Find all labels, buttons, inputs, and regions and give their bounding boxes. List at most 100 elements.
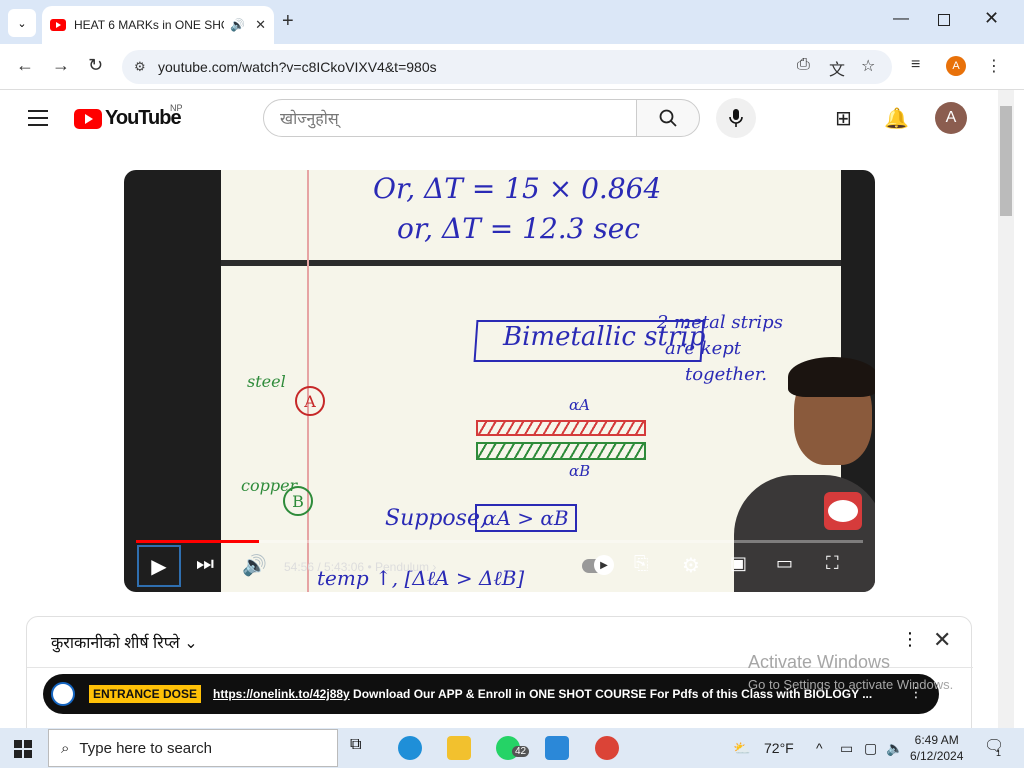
- progress-played: [136, 540, 259, 543]
- speaker-icon[interactable]: 🔊: [230, 18, 245, 32]
- chevron-right-icon: ›: [432, 560, 437, 574]
- activate-subtitle: Go to Settings to activate Windows.: [748, 677, 954, 692]
- create-video-icon[interactable]: ⊞: [835, 106, 852, 131]
- alpha-b-label: αB: [569, 462, 591, 480]
- play-icon: ▶: [151, 555, 167, 578]
- vscode-icon[interactable]: [545, 736, 569, 760]
- note-line-1: 2 metal strips: [657, 312, 783, 333]
- activate-title: Activate Windows: [748, 652, 891, 672]
- circle-a: A: [295, 386, 325, 416]
- channel-watermark-logo[interactable]: [824, 492, 862, 530]
- video-player[interactable]: Or, ΔT = 15 × 0.864 or, ΔT = 12.3 sec Bi…: [124, 170, 875, 592]
- pinned-badge: ENTRANCE DOSE: [89, 685, 202, 703]
- taskbar-search-placeholder: Type here to search: [79, 739, 212, 757]
- network-icon[interactable]: ▭: [840, 740, 853, 757]
- browser-tab[interactable]: HEAT 6 MARKs in ONE SHO 🔊 ✕: [42, 6, 274, 44]
- taskbar-search[interactable]: ⌕ Type here to search: [48, 729, 338, 767]
- search-icon: [659, 109, 677, 127]
- time-display: 54:56 / 5:43:06 • Pendulum ›: [284, 560, 436, 574]
- notifications-icon[interactable]: 🗨: [984, 736, 1004, 756]
- fullscreen-icon[interactable]: ⛶: [826, 553, 839, 574]
- reload-button[interactable]: ↻: [88, 55, 103, 76]
- clock-time: 6:49 AM: [914, 733, 959, 747]
- whatsapp-badge: 42: [512, 746, 530, 757]
- chat-title-text: कुराकानीको शीर्ष रिप्ले: [51, 635, 180, 652]
- steel-label: steel: [247, 372, 286, 391]
- browser-toolbar: ← → ↻ ⚙ youtube.com/watch?v=c8ICkoVIXV4&…: [0, 44, 1024, 90]
- progress-bar[interactable]: [136, 540, 863, 543]
- file-explorer-icon[interactable]: [447, 736, 471, 760]
- search-input[interactable]: खोज्नुहोस्: [263, 99, 637, 137]
- chat-close-icon[interactable]: ✕: [933, 627, 951, 653]
- close-tab-icon[interactable]: ✕: [255, 17, 266, 33]
- youtube-favicon-icon: [50, 19, 66, 31]
- windows-start-icon[interactable]: [14, 740, 32, 758]
- new-tab-button[interactable]: +: [282, 10, 294, 33]
- chat-title[interactable]: कुराकानीको शीर्ष रिप्ले ⌄: [51, 631, 198, 653]
- translate-icon[interactable]: 文: [829, 56, 845, 80]
- theater-mode-icon[interactable]: ▭: [776, 553, 793, 574]
- site-info-icon[interactable]: ⚙: [134, 59, 146, 75]
- chapter-dot: •: [367, 560, 375, 574]
- settings-gear-icon[interactable]: ⚙: [682, 553, 700, 578]
- media-control-icon[interactable]: ≡: [911, 56, 920, 74]
- forward-button[interactable]: →: [52, 55, 70, 76]
- back-button[interactable]: ←: [16, 55, 34, 76]
- task-view-icon[interactable]: ⧉: [350, 736, 374, 760]
- notifications-bell-icon[interactable]: 🔔: [884, 106, 909, 131]
- voice-search-button[interactable]: [716, 98, 756, 138]
- weather-temp[interactable]: 72°F: [764, 740, 794, 756]
- youtube-page: YouTube NP खोज्नुहोस् ⊞ 🔔 A Or, ΔT = 15 …: [0, 90, 1014, 728]
- taskbar-clock[interactable]: 6:49 AM 6/12/2024: [910, 732, 963, 764]
- more-menu-icon[interactable]: ⋮: [986, 56, 1002, 76]
- autoplay-toggle[interactable]: [582, 555, 614, 575]
- scrollbar-thumb[interactable]: [1000, 106, 1012, 216]
- display-icon[interactable]: ▢: [864, 740, 877, 757]
- chapter-title[interactable]: Pendulum: [375, 560, 429, 574]
- bookmark-star-icon[interactable]: ☆: [861, 56, 875, 76]
- pinned-link[interactable]: https://onelink.to/42j88y: [213, 687, 350, 701]
- search-icon: ⌕: [61, 739, 70, 757]
- profile-avatar[interactable]: A: [946, 56, 966, 76]
- play-button[interactable]: ▶: [137, 545, 181, 587]
- user-avatar[interactable]: A: [935, 102, 967, 134]
- volume-tray-icon[interactable]: 🔈: [886, 740, 903, 757]
- install-app-icon[interactable]: ⎙: [797, 56, 810, 74]
- volume-icon[interactable]: 🔊: [242, 553, 267, 578]
- suppose-label: Suppose,: [385, 506, 487, 531]
- page-scrollbar[interactable]: [998, 90, 1014, 728]
- time-current: 54:56: [284, 560, 315, 574]
- suppose-box: αA > αB: [475, 504, 577, 532]
- youtube-logo[interactable]: YouTube NP: [74, 103, 183, 130]
- chrome-icon[interactable]: [595, 736, 619, 760]
- youtube-play-icon: [74, 108, 102, 129]
- board-line-2: or, ΔT = 12.3 sec: [397, 212, 640, 245]
- tab-strip: ⌄ HEAT 6 MARKs in ONE SHO 🔊 ✕ + — ✕: [0, 0, 1024, 44]
- country-code: NP: [170, 103, 183, 113]
- menu-icon[interactable]: [28, 110, 48, 131]
- tray-expand-icon[interactable]: ^: [816, 740, 823, 756]
- minimize-button[interactable]: —: [893, 10, 909, 28]
- miniplayer-icon[interactable]: ▣: [730, 553, 747, 574]
- search-button[interactable]: [636, 99, 700, 137]
- next-video-icon[interactable]: ⏭: [196, 553, 214, 576]
- board-margin-line: [307, 170, 309, 592]
- windows-activation-watermark: Activate Windows Go to Settings to activ…: [748, 652, 953, 692]
- board-line-1: Or, ΔT = 15 × 0.864: [373, 172, 662, 205]
- tab-title: HEAT 6 MARKs in ONE SHO: [74, 18, 225, 32]
- board-divider: [221, 260, 841, 266]
- close-window-button[interactable]: ✕: [984, 8, 999, 29]
- address-bar[interactable]: ⚙ youtube.com/watch?v=c8ICkoVIXV4&t=980s: [122, 50, 892, 84]
- maximize-button[interactable]: [938, 14, 950, 26]
- edge-icon[interactable]: [398, 736, 422, 760]
- circle-b: B: [283, 486, 313, 516]
- channel-avatar: [51, 682, 75, 706]
- chevron-down-icon: ⌄: [184, 635, 198, 652]
- clock-date: 6/12/2024: [910, 749, 964, 763]
- chat-more-icon[interactable]: ⋮: [901, 629, 919, 650]
- weather-icon[interactable]: ⛅: [733, 740, 750, 757]
- tab-search-button[interactable]: ⌄: [8, 9, 36, 37]
- copper-strip: [476, 442, 646, 460]
- notification-count: 1: [996, 748, 1002, 758]
- subtitles-icon[interactable]: ⎘: [634, 553, 648, 574]
